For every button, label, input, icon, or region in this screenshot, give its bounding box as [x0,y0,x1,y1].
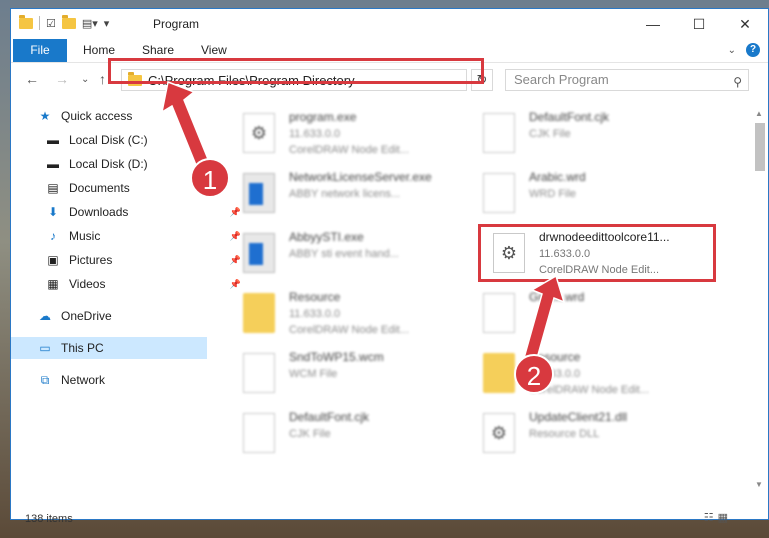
scrollbar-thumb[interactable] [755,123,765,171]
list-item[interactable]: Greek.wrd [469,287,707,345]
up-arrow-icon[interactable]: ↑ [99,71,106,87]
document-icon [483,173,515,213]
list-item[interactable]: NetworkLicenseServer.exe ABBY network li… [229,167,467,225]
app-icon [243,173,275,213]
video-icon: ▦ [47,277,59,291]
sidebar-item-network[interactable]: ⧉ Network [11,369,237,391]
sidebar-item-pictures[interactable]: ▣ Pictures 📌 [11,249,245,271]
list-item[interactable]: AbbyySTI.exe ABBY sti event hand... [229,227,467,285]
search-icon: ⚲ [733,75,742,89]
sidebar-item-downloads[interactable]: ⬇ Downloads 📌 [11,201,245,223]
sidebar-item-onedrive[interactable]: ☁ OneDrive [11,305,237,327]
list-item[interactable]: ⚙ program.exe 11.633.0.0 CorelDRAW Node … [229,107,467,165]
folder-icon [483,353,515,393]
title-bar: ☑ ▤▾ ▾ Program — ☐ ✕ [11,9,768,39]
list-item[interactable]: SndToWP15.wcm WCM File [229,347,467,405]
search-placeholder: Search Program [514,72,609,87]
pictures-icon: ▣ [47,253,59,267]
step-badge-2: 2 [514,354,554,394]
back-arrow-icon[interactable]: ← [25,71,39,87]
vertical-scrollbar[interactable]: ▲ ▼ [752,109,768,489]
computer-icon: ▭ [39,341,51,355]
recent-locations-icon[interactable]: ⌄ [81,74,89,85]
file-list: ⚙ program.exe 11.633.0.0 CorelDRAW Node … [219,101,755,497]
help-icon[interactable]: ? [746,43,760,57]
sidebar-item-this-pc[interactable]: ▭ This PC [11,337,207,359]
view-toggle-icons[interactable]: ☷▦ [704,511,732,524]
document-icon [243,353,275,393]
documents-icon: ▤ [47,181,59,195]
drive-icon: ▬ [47,157,59,171]
document-icon [483,293,515,333]
dll-gear-icon: ⚙ [483,413,515,453]
customize-toolbar-icon[interactable]: ▤▾ [82,17,98,30]
document-icon [243,413,275,453]
dropdown-icon[interactable]: ▾ [104,17,110,30]
folder-icon [19,14,33,29]
scroll-down-icon[interactable]: ▼ [755,480,763,489]
search-input[interactable]: Search Program ⚲ [505,69,749,91]
network-icon: ⧉ [40,372,50,387]
quick-access-toolbar: ☑ ▤▾ ▾ [19,14,110,30]
status-item-count: 138 items [25,513,73,525]
list-item[interactable]: Resource 11.633.0.0 CorelDRAW Node Edit.… [469,347,707,405]
download-icon: ⬇ [47,205,59,219]
list-item[interactable]: Arabic.wrd WRD File [469,167,707,225]
folder-icon [243,293,275,333]
file-highlight [478,224,716,282]
step-badge-1: 1 [190,158,230,198]
maximize-button[interactable]: ☐ [676,9,722,39]
drive-icon: ▬ [47,133,59,147]
music-icon: ♪ [50,229,56,243]
sidebar-item-music[interactable]: ♪ Music 📌 [11,225,245,247]
list-item[interactable]: DefaultFont.cjk CJK File [229,407,467,465]
new-folder-icon[interactable] [61,14,76,29]
minimize-button[interactable]: — [630,9,676,39]
expand-ribbon-icon[interactable]: ⌄ [728,45,736,56]
list-item[interactable]: Resource 11.633.0.0 CorelDRAW Node Edit.… [229,287,467,345]
properties-icon[interactable]: ☑ [46,17,56,30]
scroll-up-icon[interactable]: ▲ [755,109,763,118]
list-item[interactable]: ⚙ UpdateClient21.dll Resource DLL [469,407,707,465]
sidebar-item-videos[interactable]: ▦ Videos 📌 [11,273,245,295]
list-item[interactable]: DefaultFont.cjk CJK File [469,107,707,165]
forward-arrow-icon[interactable]: → [55,71,69,87]
window-title: Program [153,17,200,31]
cloud-icon: ☁ [39,309,51,323]
app-icon [243,233,275,273]
document-icon [483,113,515,153]
close-button[interactable]: ✕ [722,9,768,39]
tab-file[interactable]: File [13,39,67,62]
exe-icon: ⚙ [243,113,275,153]
star-icon: ★ [39,109,51,123]
